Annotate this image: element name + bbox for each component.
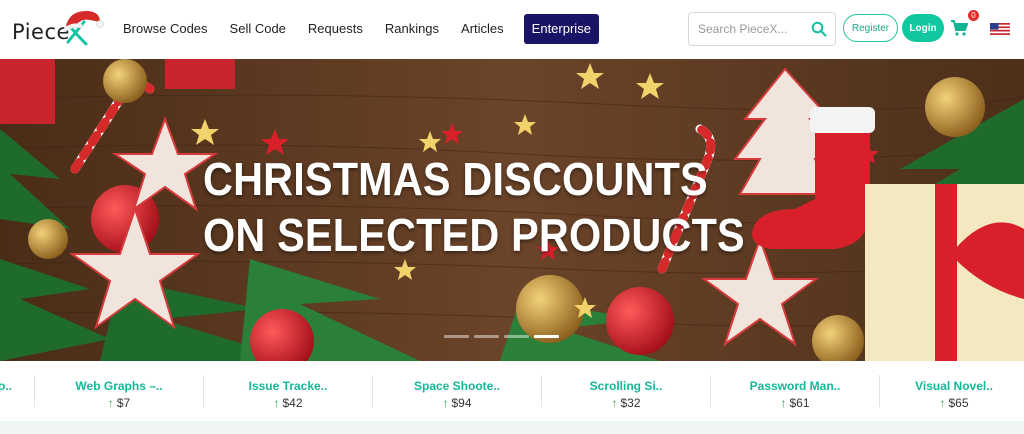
up-arrow-icon: ↑ <box>611 396 618 410</box>
product-price-value: $61 <box>789 396 810 410</box>
login-button[interactable]: Login <box>902 14 944 42</box>
hero-title-line2: ON SELECTED PRODUCTS <box>203 209 745 261</box>
search-box <box>688 12 836 46</box>
carousel-dot-1[interactable] <box>444 335 469 338</box>
hero-title-line1: CHRISTMAS DISCOUNTS <box>203 153 708 205</box>
nav-requests[interactable]: Requests <box>297 14 374 44</box>
product-price: ↑ $7 <box>34 396 204 410</box>
product-price: ↑ $42 <box>203 396 373 410</box>
search-input[interactable] <box>698 22 810 36</box>
search-icon[interactable] <box>811 21 827 37</box>
nav-browse-codes[interactable]: Browse Codes <box>112 14 219 44</box>
up-arrow-icon: ↑ <box>273 396 280 410</box>
us-flag-icon[interactable] <box>990 23 1010 35</box>
product-price: ↑ $94 <box>372 396 542 410</box>
product-price-value: $7 <box>116 396 131 410</box>
up-arrow-icon: ↑ <box>442 396 449 410</box>
product-item[interactable]: Space Shoote.. ↑ $94 <box>372 379 542 410</box>
product-price-value: $94 <box>451 396 472 410</box>
product-price: ↑ $65 <box>854 396 1024 410</box>
product-price: ↑ $32 <box>541 396 711 410</box>
cart-icon[interactable] <box>950 19 968 37</box>
product-price-value: $42 <box>282 396 303 410</box>
product-price-value: $65 <box>948 396 969 410</box>
hero-banner[interactable]: CHRISTMAS DISCOUNTS ON SELECTED PRODUCTS <box>0 59 1024 361</box>
product-name: Web Graphs –.. <box>75 379 163 393</box>
carousel-dot-2[interactable] <box>474 335 499 338</box>
carousel-dot-4[interactable] <box>534 335 559 338</box>
product-name: Issue Tracke.. <box>248 379 328 393</box>
top-navbar: Piece Browse Codes Sell Code Requests Ra… <box>0 0 1024 59</box>
up-arrow-icon: ↑ <box>107 396 114 410</box>
nav-enterprise-button[interactable]: Enterprise <box>523 14 599 44</box>
cart-count-badge: 0 <box>968 10 979 21</box>
product-item[interactable]: Scrolling Si.. ↑ $32 <box>541 379 711 410</box>
page: Piece Browse Codes Sell Code Requests Ra… <box>0 0 1024 434</box>
santa-hat-x-icon <box>63 10 104 46</box>
product-item[interactable]: Web Graphs –.. ↑ $7 <box>34 379 204 410</box>
content-area-top <box>0 421 1024 434</box>
product-item[interactable]: Issue Tracke.. ↑ $42 <box>203 379 373 410</box>
up-arrow-icon: ↑ <box>939 396 946 410</box>
product-ticker: o.. Web Graphs –.. ↑ $7 Issue Tracke.. ↑ $… <box>0 361 1024 421</box>
carousel-dot-3[interactable] <box>504 335 529 338</box>
product-name: Scrolling Si.. <box>589 379 663 393</box>
nav-rankings[interactable]: Rankings <box>374 14 450 44</box>
piecex-logo[interactable]: Piece <box>10 8 110 52</box>
main-menu: Browse Codes Sell Code Requests Rankings… <box>112 14 599 44</box>
nav-articles[interactable]: Articles <box>450 14 515 44</box>
up-arrow-icon: ↑ <box>780 396 787 410</box>
product-price-value: $32 <box>620 396 641 410</box>
register-button[interactable]: Register <box>843 14 898 42</box>
product-name: Space Shoote.. <box>413 379 501 393</box>
hero-headline: CHRISTMAS DISCOUNTS ON SELECTED PRODUCTS <box>203 151 745 263</box>
product-item[interactable]: Visual Novel.. ↑ $65 <box>854 379 1024 410</box>
carousel-indicators <box>444 335 559 338</box>
product-name: Visual Novel.. <box>915 379 993 393</box>
nav-sell-code[interactable]: Sell Code <box>219 14 297 44</box>
